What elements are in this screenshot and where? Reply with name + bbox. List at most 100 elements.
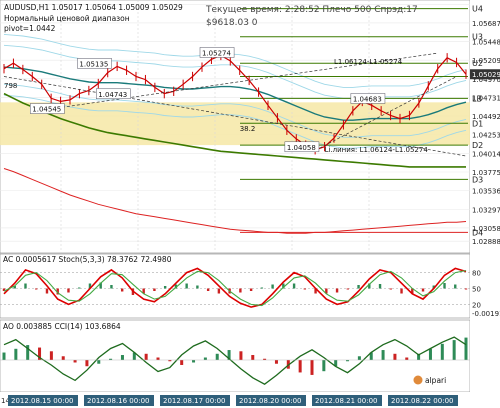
ao-bar (440, 343, 444, 360)
ac-bar (335, 288, 339, 293)
ao-bar (298, 360, 302, 373)
ac-bar (389, 288, 392, 290)
ac-bar (196, 285, 199, 289)
time-axis: 14 2012.08.15 00:00 2012.08.16 00:00 2012.0… (0, 392, 470, 408)
ao-bar (156, 357, 160, 360)
balance-line: $9618.03 0 (206, 18, 258, 28)
price-tick-label: 1.03536 (472, 188, 500, 196)
ao-bar (49, 351, 53, 360)
ao-bar (61, 356, 65, 360)
ao-bar (144, 353, 148, 360)
note-line-1: Нормальный ценовой диапазон (4, 14, 130, 23)
price-tick-label: 1.04492 (472, 113, 500, 121)
time-line: Текущее время: 2:28:52 Плечо 500 Спрэд:1… (205, 5, 418, 15)
stoch-level-label: 20 (472, 301, 481, 309)
ac-bar (24, 283, 27, 289)
annotation-label: Li.линия: L1.06124-L1.05274 (325, 146, 429, 154)
ac-bar (421, 288, 425, 292)
ac-bar (357, 285, 360, 289)
ao-bar (120, 355, 124, 360)
note-line-2: pivot=1.0442 (4, 24, 56, 33)
ao-bar (381, 350, 385, 360)
ao-bar (464, 337, 468, 360)
ac-bar (239, 288, 242, 293)
stoch-caption: AC 0.0005617 Stoch(5,3,3) 78.3762 72.498… (3, 255, 172, 264)
ao-bar (274, 360, 278, 364)
ac-bar (206, 288, 210, 291)
ac-bar (78, 287, 81, 289)
stoch-level-label: 50 (472, 286, 481, 294)
ac-bar (67, 288, 70, 293)
ao-bar (405, 357, 409, 360)
ac-bar (120, 288, 124, 292)
ac-bar (260, 287, 264, 289)
ao-caption: AO 0.003885 CCI(14) 103.6864 (3, 322, 121, 331)
ac-bar (249, 288, 253, 291)
price-tick-label: 1.03297 (472, 206, 500, 214)
ac-bar (400, 288, 403, 294)
ac-bar (292, 283, 296, 289)
ao-bar (14, 348, 18, 360)
ac-bar (346, 288, 350, 290)
pivot-label-u4: U4 (472, 5, 483, 14)
price-tick-label: 1.05687 (472, 20, 500, 28)
ao-bar (2, 352, 6, 360)
ao-bar (180, 360, 184, 365)
ac-bar (378, 284, 382, 289)
price-tick-label: 1.03058 (472, 225, 500, 233)
price-tick-label: 1.03775 (472, 169, 500, 177)
annotation-label: L1.06124-L1.05274 (334, 58, 403, 66)
ac-bar (153, 288, 156, 291)
time-label: 2012.08.16 00:00 (87, 397, 149, 405)
ac-bar (45, 288, 49, 294)
annotation-label: 798 (4, 82, 17, 90)
ao-bar (97, 360, 101, 364)
ao-bar (251, 355, 255, 360)
annotation-label: 1.04743 (98, 91, 127, 99)
ao-bar (85, 360, 89, 367)
ao-bar (452, 340, 456, 360)
ac-bar (464, 288, 468, 290)
ac-bar (110, 285, 113, 289)
ac-bar (271, 284, 274, 289)
ao-bar (192, 360, 196, 363)
ao-bar (310, 360, 314, 375)
annotation-label: 38.2 (240, 125, 256, 133)
price-tick-label: 1.05209 (472, 57, 500, 65)
price-tick-label: 1.05448 (472, 39, 500, 47)
ao-bar (357, 356, 361, 360)
alpari-logo: alpari (413, 375, 446, 385)
ao-bar (215, 353, 219, 360)
ac-bar (217, 288, 221, 294)
ac-bar (185, 283, 188, 289)
ao-bar (322, 360, 326, 372)
annotation-label: 1.04058 (287, 144, 316, 152)
stoch-min-label: -0.00191 (472, 310, 500, 318)
watermark-text: alpari (425, 376, 446, 385)
annotation-label: 1.04683 (353, 95, 382, 103)
symbol-line: AUDUSD,H1 1.05017 1.05064 1.05009 1.0502… (4, 3, 183, 12)
ac-bar (454, 284, 457, 289)
time-label: 2012.08.17 00:00 (163, 397, 225, 405)
time-label: 2012.08.21 00:00 (315, 397, 377, 405)
chart-canvas: U4U3U2U1LBD1D2D3D41.052741.051351.047431… (0, 0, 500, 408)
annotation-label: 1.04545 (32, 106, 61, 114)
price-tick-label: 1.04253 (472, 132, 500, 140)
annotation-label: 1.05274 (202, 49, 231, 57)
annotation-label: 1.05135 (79, 60, 108, 68)
stoch-level-label: 80 (472, 270, 481, 278)
current-price-label: 1.05029 (472, 71, 500, 79)
time-label: 2012.08.20 00:00 (239, 397, 301, 405)
time-label: 2012.08.15 00:00 (11, 397, 73, 405)
ac-bar (35, 288, 38, 290)
price-tick-label: 1.04731 (472, 94, 500, 102)
ao-bar (393, 353, 397, 360)
price-tick-label: 1.02888 (472, 238, 500, 246)
ac-bar (163, 286, 167, 289)
ac-bar (443, 283, 446, 289)
ac-bar (303, 288, 307, 290)
ao-bar (239, 351, 243, 360)
ao-bar (428, 348, 432, 360)
ao-bar (203, 357, 207, 360)
price-tick-label: 1.04014 (472, 150, 500, 158)
